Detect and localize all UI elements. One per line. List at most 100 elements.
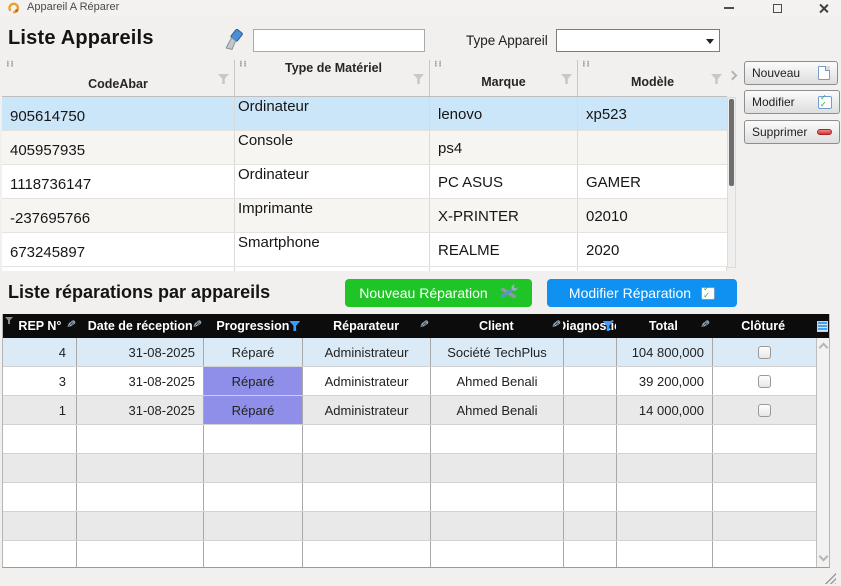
cell-modele: 2020 — [578, 233, 727, 266]
cell-cloture — [713, 338, 817, 366]
empty-row — [3, 541, 817, 568]
nouveau-reparation-button[interactable]: Nouveau Réparation — [345, 279, 532, 307]
tools-icon — [498, 284, 518, 302]
cell-modele: GAMER — [578, 165, 727, 198]
cell-diagnostic — [564, 367, 617, 395]
column-header-total[interactable]: Total — [616, 314, 712, 338]
new-document-icon — [818, 66, 830, 80]
chevron-right-icon[interactable] — [728, 71, 738, 81]
modifier-button[interactable]: Modifier — [744, 90, 840, 114]
cell-reparateur: Administrateur — [303, 338, 431, 366]
cell-total: 14 000,000 — [617, 396, 713, 424]
scroll-up-icon[interactable] — [819, 343, 829, 353]
filter-icon[interactable] — [413, 74, 424, 84]
nouveau-button[interactable]: Nouveau — [744, 61, 838, 85]
column-header-marque[interactable]: Marque — [430, 60, 578, 96]
drag-handle-icon — [434, 61, 443, 69]
pencil-icon — [550, 318, 559, 329]
close-icon — [818, 3, 829, 14]
minimize-icon — [724, 7, 734, 9]
drag-handle-icon — [6, 61, 15, 69]
resize-grip[interactable] — [824, 572, 836, 584]
device-row[interactable]: -237695766 Imprimante X-PRINTER 02010 — [2, 199, 727, 233]
column-header-modele[interactable]: Modèle — [578, 60, 727, 96]
supprimer-button[interactable]: Supprimer — [744, 120, 840, 144]
device-row[interactable]: 1118736147 Ordinateur PC ASUS GAMER — [2, 165, 727, 199]
devices-scrollbar[interactable] — [727, 97, 736, 268]
close-button[interactable] — [814, 0, 832, 16]
column-header-cloture[interactable]: Clôturé — [711, 314, 815, 338]
cloture-checkbox[interactable] — [758, 375, 771, 388]
maximize-icon — [773, 4, 782, 13]
pencil-icon — [699, 318, 708, 329]
nouveau-label: Nouveau — [752, 66, 800, 80]
column-header-client[interactable]: Client — [430, 314, 563, 338]
column-header-type[interactable]: Type de Matériel — [235, 60, 430, 96]
cell-total: 39 200,000 — [617, 367, 713, 395]
cell-type: Smartphone — [235, 233, 430, 266]
cell-marque: REALME — [430, 233, 578, 266]
column-header-diagnostic[interactable]: Diagnostic — [563, 314, 616, 338]
cloture-checkbox[interactable] — [758, 346, 771, 359]
devices-table-header: CodeAbar Type de Matériel Marque Modèle — [2, 60, 727, 97]
title-bar: Appareil A Réparer — [0, 0, 841, 17]
device-row[interactable]: 673245897 Smartphone REALME 2020 — [2, 233, 727, 267]
cell-reparateur: Administrateur — [303, 396, 431, 424]
search-input[interactable] — [253, 29, 425, 52]
scroll-down-icon[interactable] — [819, 552, 829, 562]
device-row[interactable]: 905614750 Ordinateur lenovo xp523 — [2, 97, 727, 131]
cell-marque: ps4 — [430, 131, 578, 164]
repairs-table-header: REP N° Date de réception Progression Rép… — [3, 314, 829, 338]
empty-row — [3, 454, 817, 483]
column-options-cell[interactable] — [815, 314, 829, 338]
column-header-rep[interactable]: REP N° — [3, 314, 77, 338]
type-appareil-label: Type Appareil — [466, 33, 548, 48]
repairs-table: REP N° Date de réception Progression Rép… — [2, 314, 830, 568]
cell-rep-num: 3 — [3, 367, 77, 395]
maximize-button[interactable] — [768, 0, 786, 16]
repair-row[interactable]: 4 31-08-2025 Réparé Administrateur Socié… — [3, 338, 817, 367]
filter-active-icon[interactable] — [289, 321, 300, 331]
cell-modele — [578, 131, 727, 164]
edit-checklist-icon — [818, 96, 832, 109]
cell-marque: PC ASUS — [430, 165, 578, 198]
repair-row[interactable]: 3 31-08-2025 Réparé Administrateur Ahmed… — [3, 367, 817, 396]
empty-row — [3, 512, 817, 541]
minimize-button[interactable] — [720, 0, 738, 16]
app-logo-icon — [8, 2, 20, 14]
scrollbar-thumb[interactable] — [729, 99, 734, 186]
cell-type: Ordinateur — [235, 97, 430, 130]
modifier-reparation-label: Modifier Réparation — [569, 285, 691, 301]
barcode-scanner-icon — [219, 26, 247, 54]
repairs-scrollbar[interactable] — [816, 338, 830, 568]
filter-icon[interactable] — [711, 74, 722, 84]
column-header-date[interactable]: Date de réception — [77, 314, 204, 338]
pencil-icon — [418, 318, 427, 329]
cell-cloture — [713, 396, 817, 424]
app-window: Appareil A Réparer Liste Appareils Type … — [0, 0, 841, 586]
cell-codeabar: -237695766 — [2, 199, 235, 232]
repairs-heading: Liste réparations par appareils — [8, 282, 270, 303]
cell-modele: xp523 — [578, 97, 727, 130]
device-row[interactable]: 405957935 Console ps4 — [2, 131, 727, 165]
filter-icon[interactable] — [561, 74, 572, 84]
cell-modele: 02010 — [578, 199, 727, 232]
nouveau-reparation-label: Nouveau Réparation — [359, 285, 487, 301]
cloture-checkbox[interactable] — [758, 404, 771, 417]
column-header-progression[interactable]: Progression — [204, 314, 303, 338]
filter-icon[interactable] — [218, 74, 229, 84]
column-header-reparateur[interactable]: Réparateur — [302, 314, 430, 338]
cell-client: Ahmed Benali — [431, 396, 564, 424]
repair-row[interactable]: 1 31-08-2025 Réparé Administrateur Ahmed… — [3, 396, 817, 425]
column-header-codeabar[interactable]: CodeAbar — [2, 60, 235, 96]
window-title: Appareil A Réparer — [27, 1, 119, 13]
modifier-reparation-button[interactable]: Modifier Réparation — [547, 279, 737, 307]
cell-codeabar: 673245897 — [2, 233, 235, 266]
drag-handle-icon — [582, 61, 591, 69]
cell-diagnostic — [564, 338, 617, 366]
cell-client: Société TechPlus — [431, 338, 564, 366]
cell-date: 31-08-2025 — [77, 396, 204, 424]
pencil-icon — [191, 318, 200, 329]
cell-client: Ahmed Benali — [431, 367, 564, 395]
type-appareil-combobox[interactable] — [556, 29, 720, 52]
